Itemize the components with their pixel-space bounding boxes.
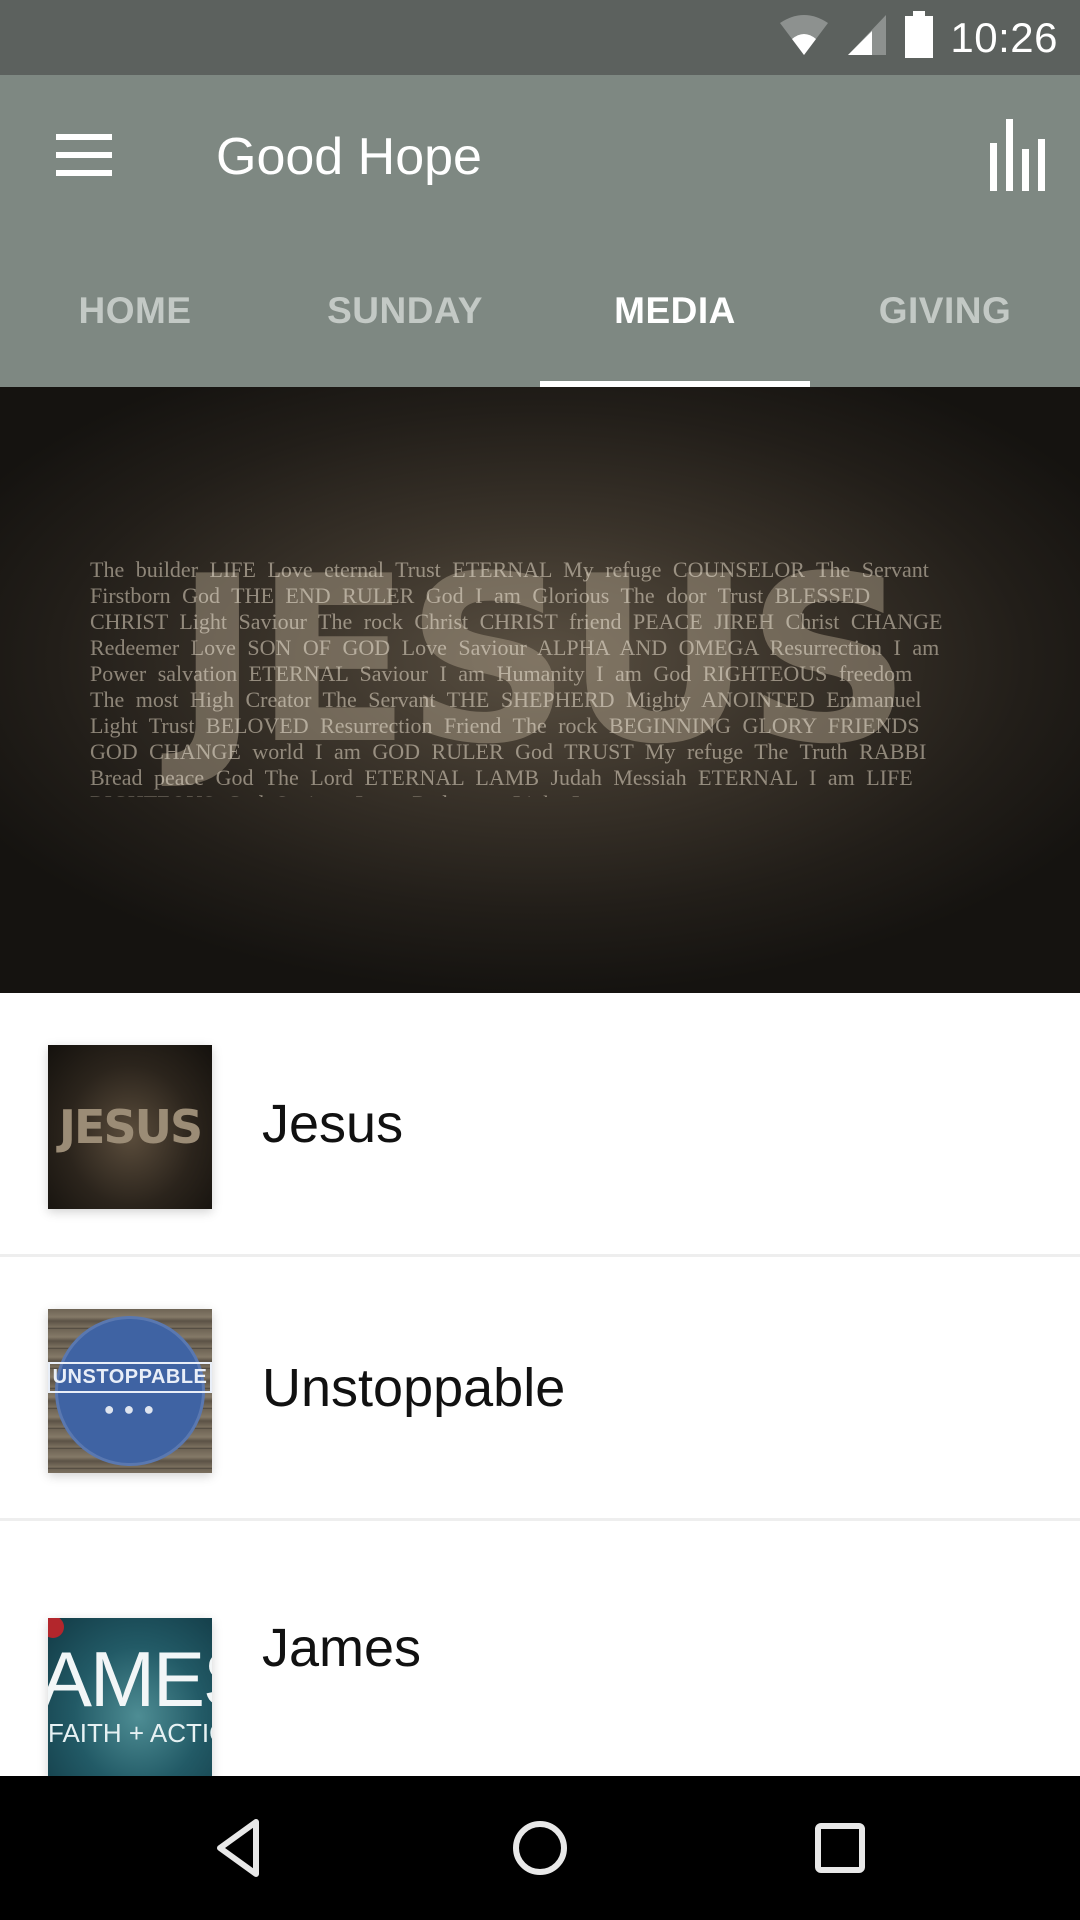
featured-banner[interactable]: JESUS The builder LIFE Love eternal Trus… <box>0 387 1080 993</box>
list-item[interactable]: JESUS Jesus <box>0 993 1080 1257</box>
series-title: James <box>262 1617 422 1678</box>
series-thumbnail: JESUS <box>48 1045 212 1209</box>
tab-sunday[interactable]: SUNDAY <box>270 235 540 387</box>
thumbnail-text: JESUS <box>58 1100 203 1154</box>
wifi-icon <box>778 13 830 62</box>
home-icon <box>513 1821 567 1875</box>
thumbnail-disc: UNSTOPPABLE ● ● ● <box>48 1316 212 1466</box>
status-icons: 10:26 <box>778 0 1058 75</box>
tab-media[interactable]: MEDIA <box>540 235 810 387</box>
back-button[interactable] <box>195 1806 285 1890</box>
series-title: Jesus <box>262 1093 404 1154</box>
back-icon <box>217 1819 259 1877</box>
media-list: JESUS Jesus UNSTOPPABLE ● ● ● Unstoppabl… <box>0 993 1080 1782</box>
tab-giving[interactable]: GIVING <box>810 235 1080 387</box>
banner-word-cloud: The builder LIFE Love eternal Trust ETER… <box>90 557 943 797</box>
stats-button[interactable] <box>980 115 1050 195</box>
cell-signal-icon <box>846 13 888 62</box>
recents-button[interactable] <box>795 1806 885 1890</box>
tab-home[interactable]: HOME <box>0 235 270 387</box>
menu-icon-line <box>56 152 112 158</box>
series-thumbnail: UNSTOPPABLE ● ● ● <box>48 1309 212 1473</box>
tab-bar: HOME SUNDAY MEDIA GIVING <box>0 235 1080 387</box>
clock: 10:26 <box>950 13 1058 61</box>
battery-icon <box>904 11 934 64</box>
recents-icon <box>815 1823 865 1873</box>
thumbnail-dots: ● ● ● <box>103 1399 157 1419</box>
menu-icon-line <box>56 170 112 176</box>
thumbnail-subtext: FAITH + ACTIO <box>48 1717 212 1748</box>
list-item[interactable]: UNSTOPPABLE ● ● ● Unstoppable <box>0 1257 1080 1521</box>
thumbnail-text: UNSTOPPABLE <box>48 1362 212 1393</box>
system-nav-bar <box>0 1776 1080 1920</box>
series-title: Unstoppable <box>262 1357 566 1418</box>
menu-icon <box>56 134 112 140</box>
thumbnail-text: AMES <box>48 1634 212 1723</box>
series-thumbnail: AMES FAITH + ACTIO <box>48 1617 212 1782</box>
list-item[interactable]: AMES FAITH + ACTIO James <box>0 1521 1080 1782</box>
app-title: Good Hope <box>216 128 482 186</box>
status-bar: 10:26 <box>0 0 1080 75</box>
home-button[interactable] <box>495 1806 585 1890</box>
app-bar: Good Hope HOME SUNDAY MEDIA GIVING <box>0 75 1080 387</box>
menu-button[interactable] <box>40 125 130 185</box>
bar-chart-icon <box>990 119 1045 191</box>
